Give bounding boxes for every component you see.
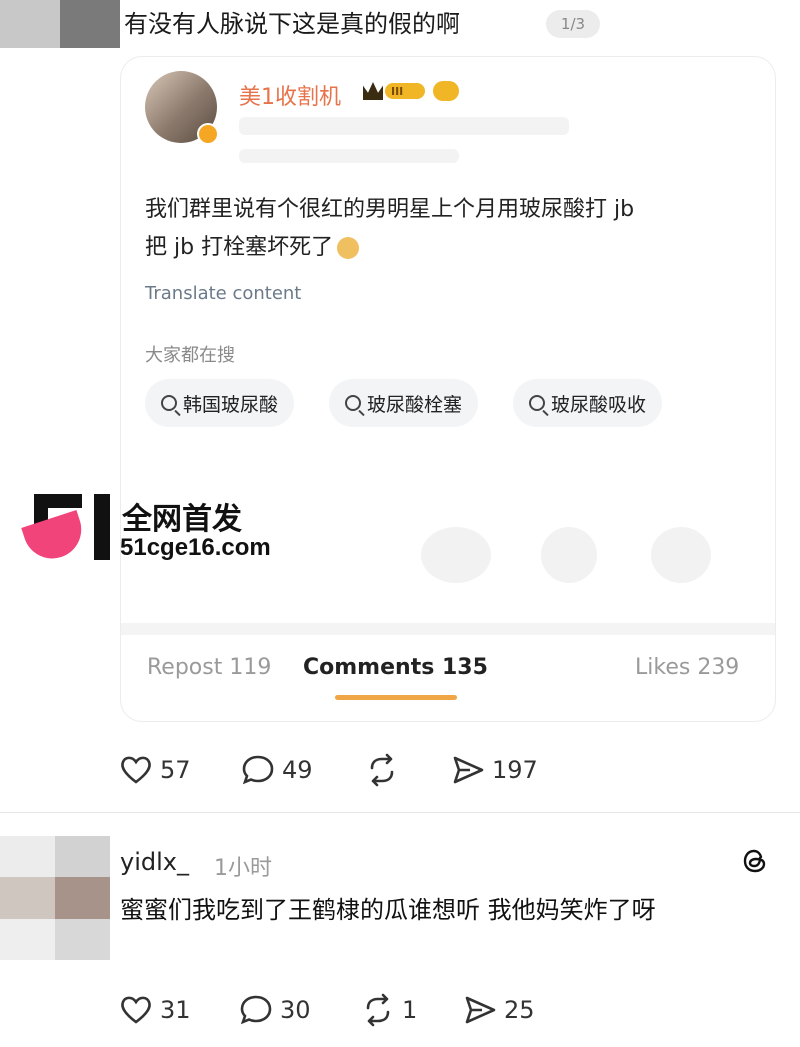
embedded-post-card[interactable]: 美1收割机 III 我们群里说有个很红的男明星上个月用玻尿酸打 jb 把 jb … [120,56,776,722]
blurred-action-icon [651,527,711,583]
tab-comments[interactable]: Comments 135 [303,655,488,680]
level-badge: III [385,83,425,99]
comment-count: 49 [282,756,313,784]
like-button[interactable]: 57 [118,752,191,788]
search-chip-label: 玻尿酸吸收 [551,393,647,416]
comment-reply-button[interactable]: 30 [238,992,311,1028]
comment-icon [242,755,274,785]
author-avatar[interactable] [145,71,219,145]
threads-icon[interactable] [740,846,770,876]
share-count: 197 [492,756,538,784]
post-text: 有没有人脉说下这是真的假的啊 [124,10,460,38]
search-chip-label: 玻尿酸栓塞 [367,393,463,416]
commenter-username[interactable]: yidlx_ [120,848,189,876]
heart-icon [121,756,151,784]
verified-badge-icon [197,123,219,145]
comment-like-count: 31 [160,996,191,1024]
search-chip[interactable]: 玻尿酸吸收 [513,379,663,427]
comment-like-button[interactable]: 31 [118,992,191,1028]
repost-button[interactable] [364,752,406,788]
search-chip[interactable]: 玻尿酸栓塞 [329,379,479,427]
member-crown-icon: III [363,79,431,103]
watermark-title: 全网首发 [122,502,242,537]
share-button[interactable]: 197 [450,752,538,788]
blurred-meta-line [239,117,569,135]
watermark-url: 51cge16.com [120,534,271,561]
comment-repost-count: 1 [402,996,418,1024]
comment-reply-count: 30 [280,996,311,1024]
comment-repost-button[interactable]: 1 [360,992,417,1028]
watermark-logo [21,494,112,566]
like-count: 57 [160,756,191,784]
comment-share-count: 25 [504,996,535,1024]
comment-button[interactable]: 49 [240,752,313,788]
comment-share-button[interactable]: 25 [462,992,535,1028]
search-icon [529,395,545,411]
repost-icon [370,753,394,787]
tab-likes[interactable]: Likes 239 [635,655,739,680]
blurred-meta-line [239,149,459,163]
divider [0,812,800,813]
repost-icon [366,993,390,1027]
tab-repost[interactable]: Repost 119 [147,655,271,680]
blurred-action-icon [541,527,597,583]
card-body-line: 把 jb 打栓塞坏死了 [145,235,334,260]
comment-timestamp: 1小时 [214,856,272,881]
search-chip[interactable]: 韩国玻尿酸 [145,379,295,427]
heart-icon [121,996,151,1024]
author-name[interactable]: 美1收割机 [239,79,341,111]
fan-badge-icon [433,81,459,101]
card-body-text: 我们群里说有个很红的男明星上个月用玻尿酸打 jb 把 jb 打栓塞坏死了 [145,191,745,267]
comment-text: 蜜蜜们我吃到了王鹤棣的瓜谁想听 我他妈笑炸了呀 [120,896,656,924]
card-body-line: 我们群里说有个很红的男明星上个月用玻尿酸打 jb [145,197,635,222]
search-chip-label: 韩国玻尿酸 [183,393,279,416]
search-icon [161,395,177,411]
trending-search-label: 大家都在搜 [145,345,235,366]
search-icon [345,395,361,411]
blurred-action-icon [421,527,491,583]
emoji-icon [337,237,360,259]
send-icon [465,996,496,1024]
comment-icon [240,995,272,1025]
card-divider [121,623,775,635]
send-icon [453,756,484,784]
poster-avatar-blurred[interactable] [0,0,120,48]
page-indicator: 1/3 [546,10,600,38]
active-tab-indicator [335,695,457,700]
translate-link[interactable]: Translate content [145,283,301,304]
commenter-avatar-blurred[interactable] [0,836,110,960]
